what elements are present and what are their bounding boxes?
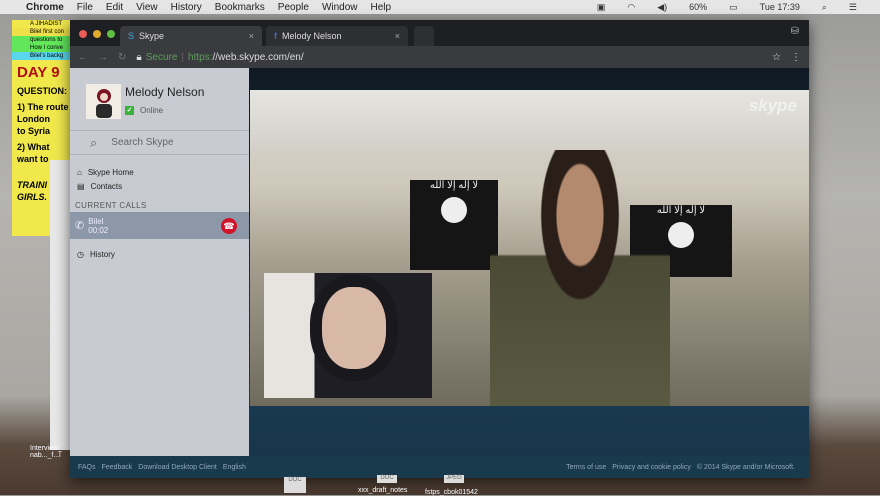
presence-status[interactable]: Online bbox=[140, 106, 163, 115]
tab-skype[interactable]: S Skype × bbox=[120, 26, 262, 46]
search-input[interactable]: ⌕ Search Skype bbox=[70, 131, 249, 155]
battery-icon: ▭ bbox=[729, 1, 738, 12]
footer-link-feedback[interactable]: Feedback bbox=[102, 464, 133, 471]
remote-video-feed[interactable]: لا إله إلا الله لا إله إلا الله skype bbox=[250, 90, 809, 406]
facebook-favicon-icon: f bbox=[274, 31, 277, 41]
current-call-item[interactable]: ✆ Bilel 00:02 ☎ bbox=[70, 212, 249, 239]
home-icon: ⌂ bbox=[77, 167, 82, 177]
nav-label: Contacts bbox=[90, 181, 123, 191]
menu-bar: Chrome File Edit View History Bookmarks … bbox=[0, 0, 880, 14]
note-row: A JIHADIST bbox=[12, 20, 72, 28]
menu-help[interactable]: Help bbox=[371, 2, 392, 13]
hang-up-button[interactable]: ☎ bbox=[221, 218, 237, 234]
caller-person bbox=[490, 150, 670, 406]
note-row: Bilel first con bbox=[12, 28, 72, 36]
search-icon: ⌕ bbox=[90, 134, 98, 150]
url-scheme: https: bbox=[188, 51, 213, 63]
clock[interactable]: Tue 17:39 bbox=[760, 2, 800, 12]
menu-edit[interactable]: Edit bbox=[106, 2, 123, 13]
nav-label: Skype Home bbox=[87, 167, 134, 177]
desktop-file-icon[interactable]: DOC bbox=[284, 477, 306, 493]
phone-ringing-icon: ✆ bbox=[75, 220, 85, 232]
menu-kebab-icon[interactable]: ⋮ bbox=[791, 52, 801, 63]
contacts-icon: ▤ bbox=[77, 181, 85, 191]
wifi-icon[interactable]: ◠ bbox=[627, 2, 635, 13]
url-text: //web.skype.com/en/ bbox=[212, 51, 304, 63]
footer-copyright: © 2014 Skype and/or Microsoft. bbox=[696, 463, 795, 471]
desktop-file-icon[interactable]: JPEG bbox=[444, 475, 464, 483]
current-calls-header: CURRENT CALLS bbox=[75, 201, 147, 210]
footer-link-language[interactable]: English bbox=[223, 464, 246, 471]
call-name: Bilel bbox=[88, 216, 104, 226]
secure-label: Secure bbox=[145, 51, 178, 63]
bookmark-star-icon[interactable]: ☆ bbox=[772, 52, 781, 63]
note-row: Bilel's backg bbox=[12, 52, 72, 60]
note-row: How I conve bbox=[12, 44, 72, 52]
flag-text: لا إله إلا الله bbox=[429, 180, 479, 191]
menu-window[interactable]: Window bbox=[322, 2, 358, 13]
call-duration: 00:02 bbox=[88, 225, 109, 235]
skype-web-page: Melody Nelson ✓ Online ⌕ Search Skype ⌂ Sky… bbox=[70, 68, 809, 478]
flag: لا إله إلا الله bbox=[410, 180, 498, 270]
close-window-button[interactable] bbox=[79, 30, 87, 38]
tab-label: Melody Nelson bbox=[282, 31, 342, 41]
desktop-file-label[interactable]: xxx_draft_notes bbox=[358, 487, 407, 494]
close-tab-icon[interactable]: × bbox=[249, 31, 254, 41]
skype-watermark: skype bbox=[748, 96, 797, 115]
facetime-icon[interactable]: ▣ bbox=[597, 2, 606, 13]
back-icon[interactable]: ← bbox=[78, 52, 88, 63]
skype-footer: FAQs Feedback Download Desktop Client Engli… bbox=[70, 456, 809, 478]
footer-link-privacy[interactable]: Privacy and cookie policy bbox=[612, 464, 691, 471]
footer-link-download[interactable]: Download Desktop Client bbox=[138, 464, 217, 471]
nav-contacts[interactable]: ▤ Contacts bbox=[70, 179, 249, 193]
nav-history[interactable]: ◷ History bbox=[70, 247, 249, 261]
address-bar[interactable]: 🔒︎ Secure | https://web.skype.com/en/ bbox=[136, 52, 762, 63]
zoom-window-button[interactable] bbox=[107, 30, 115, 38]
skype-sidebar: Melody Nelson ✓ Online ⌕ Search Skype ⌂ Sky… bbox=[70, 68, 249, 456]
close-tab-icon[interactable]: × bbox=[395, 31, 400, 41]
battery-percent[interactable]: 60% bbox=[689, 2, 707, 12]
forward-icon[interactable]: → bbox=[98, 52, 108, 63]
menu-bookmarks[interactable]: Bookmarks bbox=[215, 2, 265, 13]
menu-history[interactable]: History bbox=[171, 2, 202, 13]
clock-icon: ◷ bbox=[77, 249, 84, 259]
skype-favicon-icon: S bbox=[128, 31, 135, 41]
online-check-icon: ✓ bbox=[125, 106, 134, 115]
notification-center-icon[interactable]: ☰ bbox=[849, 2, 857, 13]
menu-people[interactable]: People bbox=[278, 2, 309, 13]
avatar[interactable] bbox=[86, 84, 121, 119]
spotlight-icon[interactable]: ⌕ bbox=[822, 2, 827, 13]
nav-label: History bbox=[89, 249, 115, 259]
tab-melody-nelson[interactable]: f Melody Nelson × bbox=[266, 26, 408, 46]
menu-view[interactable]: View bbox=[136, 2, 158, 13]
chrome-window: S Skype × f Melody Nelson × ⛁ ← → ↻ 🔒︎ Secure | h… bbox=[70, 20, 809, 478]
new-tab-button[interactable] bbox=[414, 26, 434, 46]
search-placeholder: Search Skype bbox=[111, 137, 174, 148]
nav-skype-home[interactable]: ⌂ Skype Home bbox=[70, 165, 249, 179]
note-line: 1) The route London to Syria bbox=[17, 102, 69, 136]
footer-link-faqs[interactable]: FAQs bbox=[78, 464, 96, 471]
note-line: QUESTION: bbox=[17, 86, 68, 96]
menu-app-name[interactable]: Chrome bbox=[26, 2, 64, 13]
menu-file[interactable]: File bbox=[77, 2, 93, 13]
volume-icon[interactable]: ◀) bbox=[657, 2, 667, 13]
note-title: DAY 9 bbox=[17, 64, 60, 81]
reload-icon[interactable]: ↻ bbox=[118, 52, 126, 63]
lock-icon: 🔒︎ bbox=[136, 51, 142, 63]
self-video-preview[interactable] bbox=[264, 273, 432, 398]
tab-label: Skype bbox=[139, 31, 165, 41]
incognito-icon: ⛁ bbox=[790, 26, 799, 37]
minimize-window-button[interactable] bbox=[93, 30, 101, 38]
note-row: questions to bbox=[12, 36, 72, 44]
profile-name[interactable]: Melody Nelson bbox=[125, 85, 204, 99]
desktop-file-label[interactable]: Interview_ nab..._f...l bbox=[30, 445, 62, 459]
desktop-file-icon[interactable]: DOC bbox=[377, 475, 397, 483]
footer-link-terms[interactable]: Terms of use bbox=[566, 464, 606, 471]
